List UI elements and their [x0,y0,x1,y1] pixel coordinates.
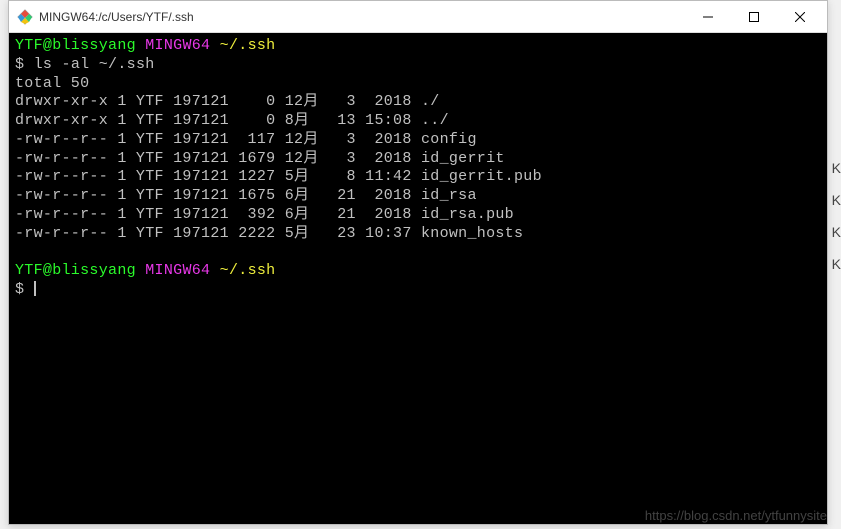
minimize-icon [703,12,713,22]
close-icon [795,12,805,22]
file-entry: -rw-r--r-- 1 YTF 197121 117 12月 3 2018 c… [15,131,821,150]
file-entry: -rw-r--r-- 1 YTF 197121 1675 6月 21 2018 … [15,187,821,206]
file-entry: -rw-r--r-- 1 YTF 197121 1227 5月 8 11:42 … [15,168,821,187]
prompt-host: MINGW64 [145,262,210,279]
file-entry: -rw-r--r-- 1 YTF 197121 1679 12月 3 2018 … [15,150,821,169]
terminal-window: MINGW64:/c/Users/YTF/.ssh YTF@blissyang … [8,0,828,525]
titlebar[interactable]: MINGW64:/c/Users/YTF/.ssh [9,1,827,33]
command-line: $ ls -al ~/.ssh [15,56,821,75]
command-text: ls -al ~/.ssh [34,56,155,73]
prompt-user: YTF@blissyang [15,262,136,279]
prompt-path: ~/.ssh [220,262,276,279]
output-listing: drwxr-xr-x 1 YTF 197121 0 12月 3 2018 ./d… [15,93,821,243]
maximize-icon [749,12,759,22]
blank-line [15,243,821,262]
watermark: https://blog.csdn.net/ytfunnysite [645,508,827,523]
cursor [34,281,36,296]
prompt-symbol: $ [15,56,24,73]
prompt-ready: $ [15,281,821,300]
prompt-user: YTF@blissyang [15,37,136,54]
window-title: MINGW64:/c/Users/YTF/.ssh [39,10,685,24]
output-total: total 50 [15,75,821,94]
side-cropped-text: K K K K [832,160,841,272]
file-entry: -rw-r--r-- 1 YTF 197121 2222 5月 23 10:37… [15,225,821,244]
terminal-body[interactable]: YTF@blissyang MINGW64 ~/.ssh$ ls -al ~/.… [9,33,827,524]
prompt-path: ~/.ssh [220,37,276,54]
maximize-button[interactable] [731,3,777,31]
prompt-line-1: YTF@blissyang MINGW64 ~/.ssh [15,37,821,56]
file-entry: drwxr-xr-x 1 YTF 197121 0 8月 13 15:08 ..… [15,112,821,131]
prompt-line-2: YTF@blissyang MINGW64 ~/.ssh [15,262,821,281]
file-entry: drwxr-xr-x 1 YTF 197121 0 12月 3 2018 ./ [15,93,821,112]
prompt-symbol: $ [15,281,24,298]
file-entry: -rw-r--r-- 1 YTF 197121 392 6月 21 2018 i… [15,206,821,225]
window-controls [685,3,823,31]
prompt-host: MINGW64 [145,37,210,54]
close-button[interactable] [777,3,823,31]
minimize-button[interactable] [685,3,731,31]
app-icon [17,9,33,25]
